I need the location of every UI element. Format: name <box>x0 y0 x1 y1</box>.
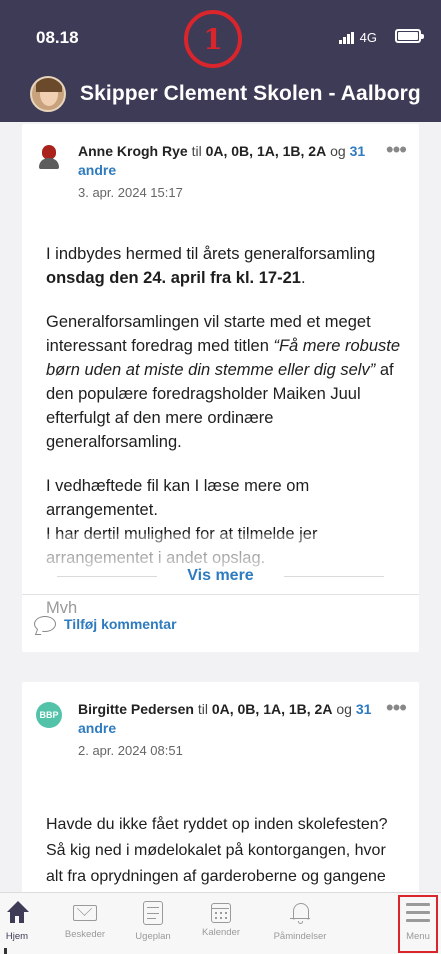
show-more-row: Vis mere <box>22 566 419 586</box>
nav-item-beskeder[interactable]: Beskeder <box>50 893 120 954</box>
more-options-icon[interactable]: ••• <box>386 697 407 719</box>
post-author[interactable]: Birgitte Pedersen <box>78 701 194 717</box>
author-avatar[interactable]: BBP <box>36 702 62 728</box>
recipients-til: til <box>197 701 208 717</box>
signal-indicator: 4G <box>338 30 377 45</box>
divider <box>283 575 384 577</box>
status-time: 08.18 <box>36 28 79 47</box>
comment-bubble-icon <box>34 615 56 632</box>
post-text: I indbydes hermed til årets generalforsa… <box>46 245 376 263</box>
post-card: Anne Krogh Rye til 0A, 0B, 1A, 1B, 2A og… <box>22 124 419 652</box>
annotation-marker: 1 <box>184 10 242 68</box>
author-avatar[interactable] <box>36 144 62 170</box>
nav-label: Påmindelser <box>273 931 327 942</box>
calendar-icon <box>211 903 231 923</box>
add-comment-label: Tilføj kommentar <box>64 615 177 632</box>
school-name: Skipper Clement Skolen - Aalborg <box>80 82 421 105</box>
checklist-icon <box>143 901 163 925</box>
post-author[interactable]: Anne Krogh Rye <box>78 143 188 159</box>
nav-item-paamindelser[interactable]: Påmindelser <box>265 893 335 954</box>
menu-annotation-box <box>398 895 438 953</box>
post-body: Havde du ikke fået ryddet op inden skole… <box>46 816 388 885</box>
network-type: 4G <box>359 30 377 45</box>
recipient-groups: 0A, 0B, 1A, 1B, 2A <box>211 701 333 717</box>
school-selector[interactable]: Skipper Clement Skolen - Aalborg <box>30 76 421 112</box>
app-header: 08.18 1 4G Skipper Clement Skolen - Aalb… <box>0 0 441 122</box>
show-more-button[interactable]: Vis mere <box>173 567 267 585</box>
recipients-til: til <box>191 143 202 159</box>
home-icon <box>5 901 29 925</box>
recipient-groups: 0A, 0B, 1A, 1B, 2A <box>205 143 327 159</box>
nav-label: Ugeplan <box>135 931 171 942</box>
post-meta: Birgitte Pedersen til 0A, 0B, 1A, 1B, 2A… <box>78 700 378 760</box>
nav-item-kalender[interactable]: Kalender <box>186 893 256 954</box>
nav-item-ugeplan[interactable]: Ugeplan <box>118 893 188 954</box>
more-options-icon[interactable]: ••• <box>386 139 407 161</box>
post-card: BBP Birgitte Pedersen til 0A, 0B, 1A, 1B… <box>22 682 419 892</box>
post-date: 3. apr. 2024 15:17 <box>78 185 183 200</box>
post-text-bold: onsdag den 24. april fra kl. 17-21 <box>46 269 301 287</box>
recipients-og: og <box>330 143 346 159</box>
bell-icon <box>288 901 312 925</box>
nav-label: Kalender <box>201 927 241 938</box>
nav-label: Beskeder <box>64 929 106 940</box>
post-feed[interactable]: Anne Krogh Rye til 0A, 0B, 1A, 1B, 2A og… <box>0 122 441 892</box>
edge-marker <box>4 948 7 954</box>
post-meta: Anne Krogh Rye til 0A, 0B, 1A, 1B, 2A og… <box>78 142 378 202</box>
post-date: 2. apr. 2024 08:51 <box>78 743 183 758</box>
battery-icon <box>395 29 424 43</box>
bottom-navigation: Hjem Beskeder Ugeplan Kalender Påmindels… <box>0 892 441 954</box>
status-bar: 08.18 1 4G <box>0 0 441 68</box>
nav-label: Hjem <box>5 931 29 942</box>
mail-icon <box>73 905 97 921</box>
post-text: I vedhæftede fil kan I læse mere om arra… <box>46 477 310 519</box>
annotation-number: 1 <box>203 22 223 56</box>
recipients-og: og <box>336 701 352 717</box>
signal-bars-icon <box>338 31 354 44</box>
add-comment-button[interactable]: Tilføj kommentar <box>22 594 419 652</box>
school-avatar[interactable] <box>30 76 66 112</box>
post-text: . <box>300 269 306 287</box>
divider <box>57 575 158 577</box>
nav-item-hjem[interactable]: Hjem <box>0 893 52 954</box>
